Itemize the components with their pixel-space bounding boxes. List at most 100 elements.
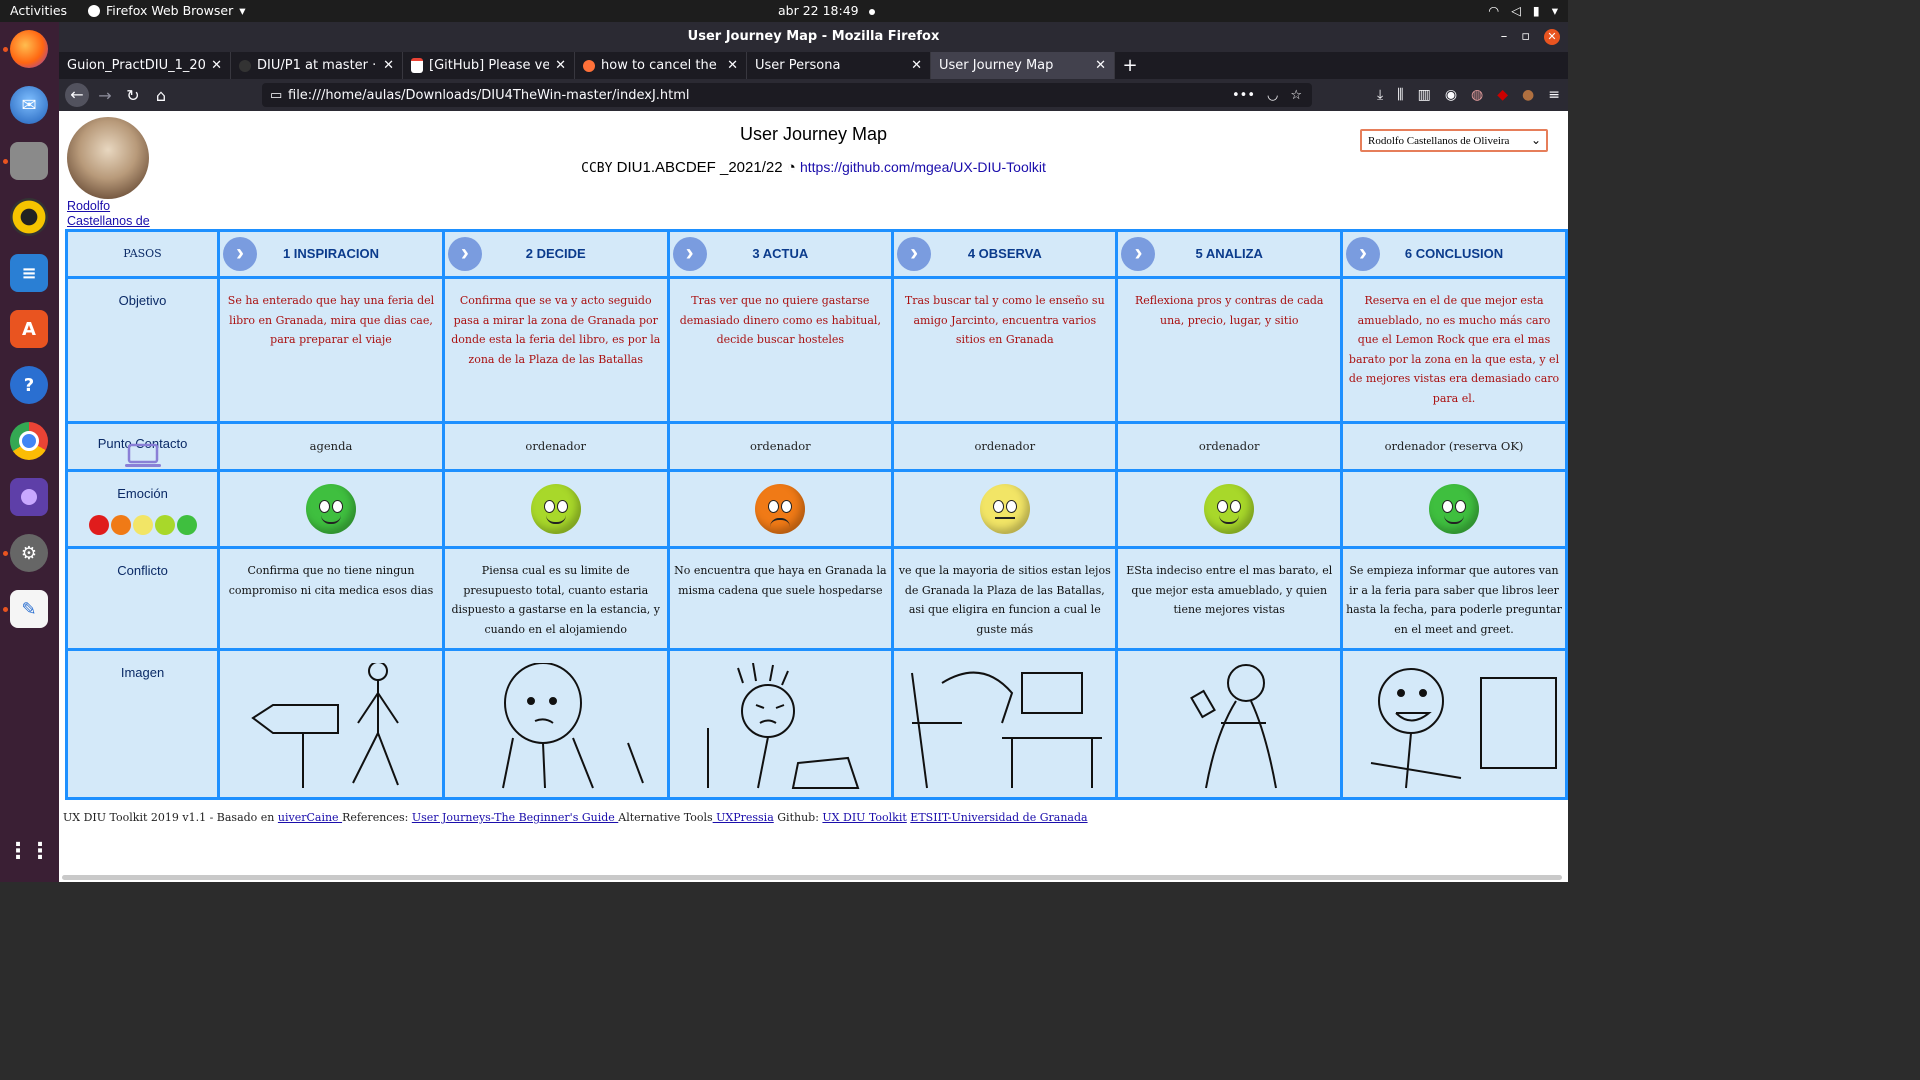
downloads-icon[interactable]: ⤓ — [1377, 87, 1383, 103]
emotion-very-happy-icon — [176, 515, 197, 535]
page-info-icon[interactable]: ▭ — [270, 88, 282, 103]
maximize-button[interactable]: ▫ — [1521, 22, 1530, 52]
navigation-bar: ← → ↻ ⌂ ▭ file:///home/aulas/Downloads/D… — [59, 79, 1568, 111]
tab-close-icon[interactable]: ✕ — [555, 58, 566, 73]
page-title: User Journey Map — [739, 124, 888, 144]
tab-user-persona[interactable]: User Persona ✕ — [747, 52, 931, 79]
chevron-right-icon[interactable]: › — [447, 237, 482, 271]
caret-down-icon: ▾ — [239, 3, 246, 18]
thunderbird-icon[interactable]: ✉ — [10, 86, 48, 124]
help-icon[interactable]: ? — [10, 366, 48, 404]
persona-select[interactable]: Rodolfo Castellanos de Oliveira ⌄ — [1360, 129, 1548, 152]
tab-github-repo[interactable]: DIU/P1 at master · Richi7 ✕ — [231, 52, 403, 79]
window-titlebar[interactable]: User Journey Map - Mozilla Firefox – ▫ ✕ — [59, 22, 1568, 52]
window-close-button[interactable]: ✕ — [1544, 29, 1560, 45]
show-apps-icon[interactable]: ⋮⋮ — [7, 832, 51, 870]
angry-face-icon — [755, 484, 806, 534]
running-indicator — [3, 607, 8, 612]
tab-close-icon[interactable]: ✕ — [383, 58, 394, 73]
settings-icon[interactable]: ⚙ — [10, 534, 48, 572]
github-icon: ◔ — [786, 159, 796, 176]
horizontal-scrollbar[interactable] — [62, 875, 1562, 880]
imagen-cell — [444, 651, 667, 797]
text-editor-icon[interactable]: ✎ — [10, 590, 48, 628]
app-menu[interactable]: Firefox Web Browser ▾ — [88, 3, 246, 18]
clock-text: abr 22 18:49 — [778, 3, 859, 18]
search-favicon-icon — [583, 59, 595, 72]
tab-gmail[interactable]: [GitHub] Please verify yo ✕ — [403, 52, 575, 79]
forward-button[interactable]: → — [91, 86, 119, 105]
row-label-text: Emoción — [117, 486, 168, 501]
footer-link-toolkit[interactable]: UX DIU Toolkit — [822, 811, 906, 824]
emocion-cell — [220, 472, 442, 546]
row-objetivo: Objetivo Se ha enterado que hay una feri… — [68, 279, 1565, 421]
url-bar[interactable]: ▭ file:///home/aulas/Downloads/DIU4TheWi… — [262, 83, 1312, 107]
app-menu-label: Firefox Web Browser — [106, 3, 234, 18]
row-emocion: Emoción — [68, 472, 1565, 546]
files-icon[interactable] — [10, 142, 48, 180]
tab-close-icon[interactable]: ✕ — [911, 58, 922, 73]
new-tab-button[interactable]: + — [1115, 52, 1145, 79]
page-content: Rodolfo Castellanos de Oliveira User Jou… — [59, 111, 1568, 882]
footer-link-etsiit[interactable]: ETSIIT-Universidad de Granada — [910, 811, 1087, 824]
chevron-right-icon[interactable]: › — [1346, 237, 1381, 271]
repo-link[interactable]: https://github.com/mgea/UX-DIU-Toolkit — [800, 159, 1046, 175]
chevron-right-icon[interactable]: › — [672, 237, 707, 271]
tab-close-icon[interactable]: ✕ — [727, 58, 738, 73]
system-tray[interactable]: ◠ ◁ ▮ ▾ — [1488, 3, 1558, 18]
tab-user-journey-map[interactable]: User Journey Map ✕ — [931, 52, 1115, 79]
footer-link-uivercaine[interactable]: uiverCaine — [278, 811, 342, 824]
thinking-man-sketch-image — [501, 663, 644, 789]
emotion-scale — [68, 515, 217, 535]
step-title: 5 ANALIZA — [1195, 246, 1263, 261]
clock[interactable]: abr 22 18:49 — [778, 3, 875, 18]
menu-icon[interactable]: ≡ — [1548, 87, 1560, 103]
imagen-cell — [1118, 651, 1341, 797]
account-icon[interactable]: ◉ — [1445, 87, 1457, 103]
screenshot-icon[interactable] — [10, 478, 48, 516]
gmail-favicon-icon — [411, 58, 423, 73]
tab-guion-pdf[interactable]: Guion_PractDIU_1_2022.pdf ✕ — [59, 52, 231, 79]
objetivo-cell: Reflexiona pros y contras de cada una, p… — [1118, 279, 1341, 421]
chevron-right-icon[interactable]: › — [223, 237, 258, 271]
row-label-text: Conflicto — [117, 563, 168, 578]
page-footer: UX DIU Toolkit 2019 v1.1 - Basado en uiv… — [63, 811, 1088, 824]
page-actions-icon[interactable]: ••• — [1232, 88, 1255, 103]
tab-close-icon[interactable]: ✕ — [211, 58, 222, 73]
sidebar-icon[interactable]: ▥ — [1418, 87, 1431, 103]
footer-link-user-journeys[interactable]: User Journeys-The Beginner's Guide — [412, 811, 618, 824]
tab-search[interactable]: how to cancel the overri ✕ — [575, 52, 747, 79]
tab-close-icon[interactable]: ✕ — [1095, 58, 1106, 73]
objetivo-cell: Confirma que se va y acto seguido pasa a… — [444, 279, 667, 421]
imagen-cell — [894, 651, 1116, 797]
row-conflicto: Conflicto Confirma que no tiene ningun c… — [68, 549, 1565, 648]
chevron-right-icon[interactable]: › — [1121, 237, 1156, 271]
bookmark-star-icon[interactable]: ☆ — [1290, 88, 1302, 103]
minimize-button[interactable]: – — [1501, 22, 1508, 52]
footer-alt-tools: Alternative Tools — [618, 811, 713, 824]
extension-icon[interactable]: ◍ — [1471, 87, 1483, 103]
home-button[interactable]: ⌂ — [147, 86, 175, 105]
conflicto-cell: Confirma que no tiene ningun compromiso … — [220, 549, 442, 648]
chevron-right-icon[interactable]: › — [897, 237, 932, 271]
ublock-icon[interactable]: ◆ — [1497, 87, 1508, 103]
rhythmbox-icon[interactable] — [10, 198, 48, 236]
emotion-happy-icon — [154, 515, 175, 535]
reload-button[interactable]: ↻ — [119, 86, 147, 105]
pocket-icon[interactable]: ◡ — [1267, 88, 1278, 103]
journey-map-table: PASOS › 1 INSPIRACION › 2 DECIDE › 3 ACTUA … — [65, 229, 1568, 800]
footer-link-uxpressia[interactable]: UXPressia — [713, 811, 774, 824]
writer-icon[interactable]: ≡ — [10, 254, 48, 292]
extension-fox-icon[interactable]: ● — [1522, 87, 1534, 103]
software-icon[interactable]: A — [10, 310, 48, 348]
power-menu-icon: ▾ — [1551, 3, 1558, 18]
chrome-icon[interactable] — [10, 422, 48, 460]
back-button[interactable]: ← — [63, 83, 91, 107]
phone-user-sketch-image — [1190, 664, 1278, 789]
activities-button[interactable]: Activities — [10, 3, 67, 18]
library-icon[interactable]: ⫼ — [1397, 87, 1403, 103]
step-title: 1 INSPIRACION — [282, 246, 380, 261]
row-pasos: PASOS › 1 INSPIRACION › 2 DECIDE › 3 ACTUA … — [68, 232, 1565, 276]
volume-icon: ◁ — [1511, 3, 1521, 18]
firefox-icon[interactable] — [10, 30, 48, 68]
